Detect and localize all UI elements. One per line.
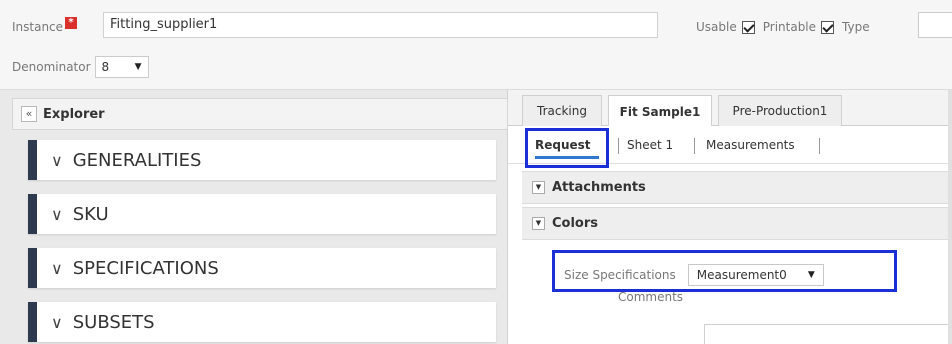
printable-checkbox[interactable] — [821, 20, 835, 34]
denominator-select[interactable]: 8 ▼ — [94, 56, 149, 78]
section-generalities[interactable]: ∨ GENERALITIES — [28, 140, 496, 180]
collapse-triangle-icon: ▼ — [532, 217, 545, 230]
section-specifications[interactable]: ∨ SPECIFICATIONS — [28, 248, 496, 288]
printable-label: Printable — [762, 20, 817, 34]
section-sku[interactable]: ∨ SKU — [28, 194, 496, 234]
denominator-value: 8 — [101, 60, 110, 74]
instance-input[interactable]: Fitting_supplier1 — [103, 12, 658, 38]
required-icon: * — [65, 17, 78, 29]
subtab-sheet[interactable]: Sheet 1 — [627, 138, 673, 152]
instance-label: Instance — [12, 20, 64, 34]
explorer-panel: « Explorer ∨ GENERALITIES ∨ SKU ∨ SPECIF… — [0, 90, 508, 344]
chevron-down-icon: ∨ — [51, 312, 63, 332]
section-subsets[interactable]: ∨ SUBSETS — [28, 302, 496, 342]
explorer-header: « Explorer — [12, 98, 508, 130]
chevron-down-icon: ∨ — [51, 150, 63, 170]
divider — [819, 138, 820, 154]
section-label: SPECIFICATIONS — [72, 257, 219, 279]
instance-row: Instance * — [12, 14, 81, 40]
chevron-down-icon: ∨ — [51, 258, 63, 278]
accordion-attachments[interactable]: ▼ Attachments — [522, 171, 952, 204]
divider — [694, 138, 695, 154]
subtab-measurements[interactable]: Measurements — [706, 138, 795, 152]
denominator-row: Denominator 8 ▼ — [12, 56, 149, 78]
usable-label: Usable — [696, 20, 737, 34]
tabs-bar: Tracking Fit Sample1 Pre-Production1 — [508, 90, 952, 127]
type-input[interactable] — [918, 12, 952, 38]
section-label: GENERALITIES — [72, 149, 202, 171]
highlight-box-size-spec — [552, 250, 897, 292]
tab-fit-sample[interactable]: Fit Sample1 — [608, 95, 712, 127]
scrollbar-edge[interactable] — [948, 90, 952, 344]
accordion-label: Attachments — [552, 180, 646, 195]
instance-header: Instance * Fitting_supplier1 Usable Prin… — [0, 0, 952, 90]
comments-input[interactable] — [704, 324, 952, 344]
tab-pre-production[interactable]: Pre-Production1 — [718, 95, 842, 126]
accordion-label: Colors — [552, 216, 599, 231]
type-label: Type — [842, 20, 870, 34]
highlight-box-request — [525, 128, 609, 168]
flags-row: Usable Printable Type — [696, 14, 870, 40]
comments-label: Comments — [618, 290, 684, 304]
section-label: SUBSETS — [72, 311, 155, 333]
section-label: SKU — [72, 203, 109, 225]
chevron-down-icon: ∨ — [51, 204, 63, 224]
denominator-label: Denominator — [12, 60, 91, 74]
collapse-left-icon[interactable]: « — [21, 106, 37, 122]
explorer-title: Explorer — [43, 106, 105, 122]
usable-checkbox[interactable] — [741, 20, 755, 34]
tab-tracking[interactable]: Tracking — [522, 95, 602, 126]
caret-down-icon: ▼ — [134, 62, 142, 72]
collapse-triangle-icon: ▼ — [532, 181, 545, 194]
divider — [618, 138, 619, 154]
accordion-colors[interactable]: ▼ Colors — [522, 207, 952, 240]
detail-panel: Tracking Fit Sample1 Pre-Production1 Req… — [508, 90, 952, 344]
